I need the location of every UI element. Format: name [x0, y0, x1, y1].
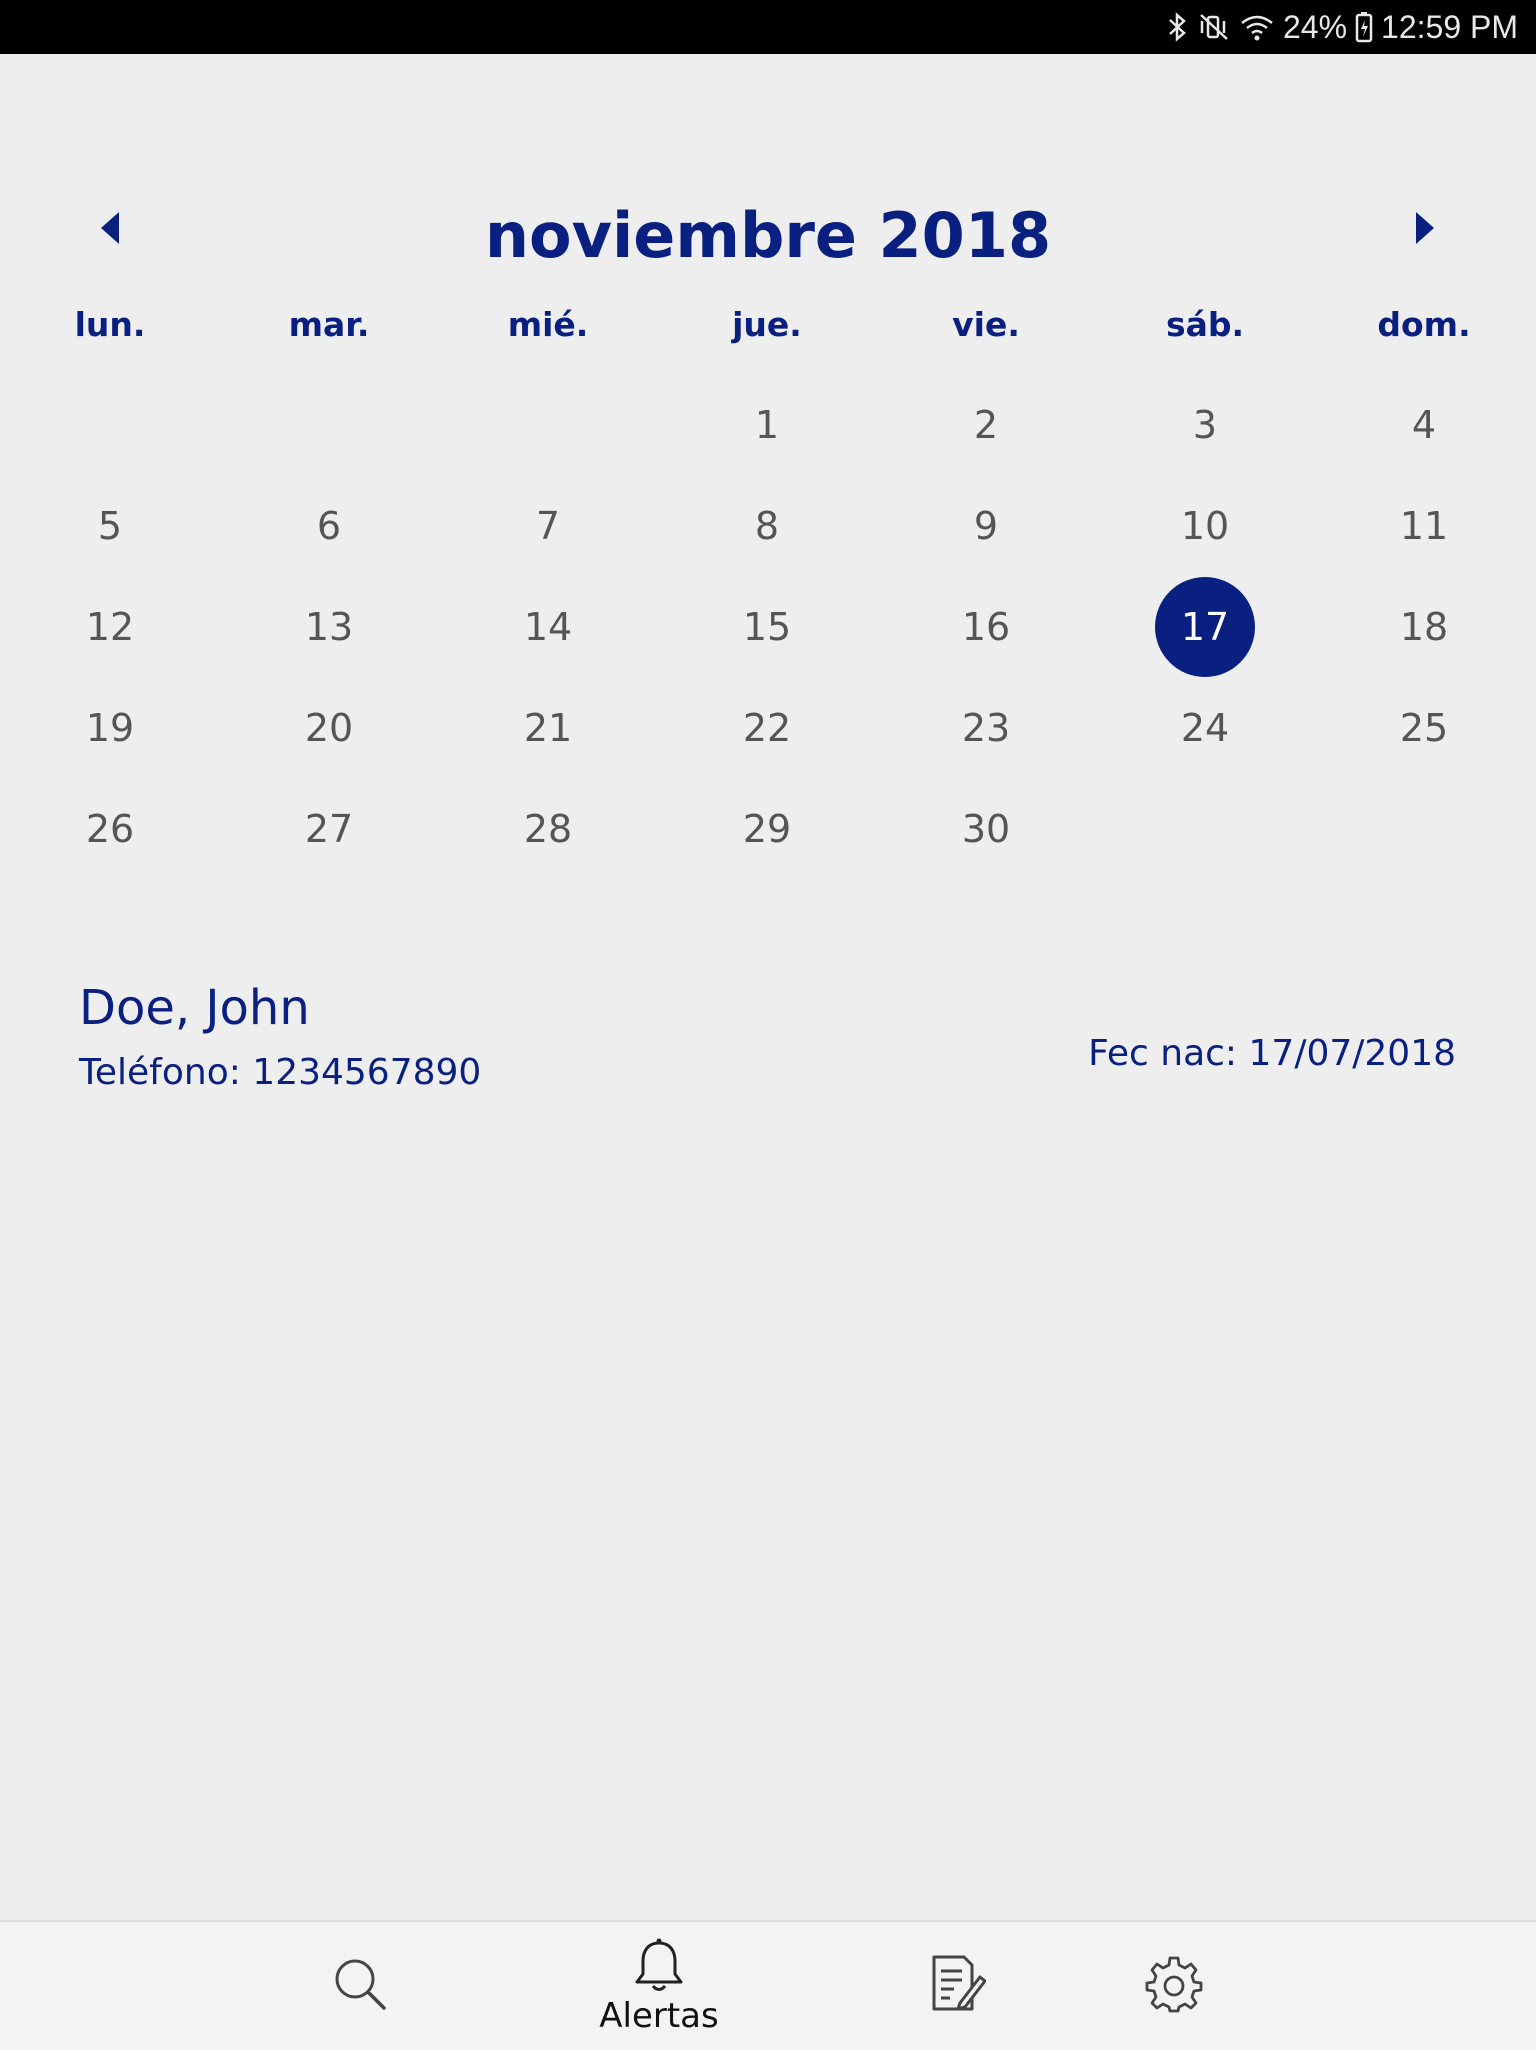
calendar-day[interactable]: 24 — [1155, 678, 1255, 778]
calendar-day[interactable]: 1 — [717, 375, 817, 475]
calendar-day[interactable]: 23 — [936, 678, 1036, 778]
calendar-day[interactable]: 27 — [279, 779, 379, 879]
calendar-day-grid: 1 2 3 4 5 6 7 8 9 10 11 12 13 14 15 16 17 18 19 20 21 22 23 24 2… — [0, 0, 1536, 900]
calendar-day[interactable]: 11 — [1374, 476, 1474, 576]
calendar-day[interactable]: 13 — [279, 577, 379, 677]
calendar-day[interactable]: 8 — [717, 476, 817, 576]
calendar-day[interactable]: 6 — [279, 476, 379, 576]
calendar-day-selected[interactable]: 17 — [1155, 577, 1255, 677]
calendar-day[interactable]: 26 — [60, 779, 160, 879]
calendar-day[interactable]: 25 — [1374, 678, 1474, 778]
calendar-day[interactable]: 30 — [936, 779, 1036, 879]
calendar-day[interactable]: 7 — [498, 476, 598, 576]
calendar-day[interactable]: 21 — [498, 678, 598, 778]
nav-edit-document[interactable] — [866, 1922, 1046, 2050]
bell-icon — [630, 1936, 688, 1998]
calendar-day[interactable]: 19 — [60, 678, 160, 778]
edit-document-icon — [926, 1953, 987, 2019]
calendar-day[interactable]: 22 — [717, 678, 817, 778]
patient-phone: Teléfono: 1234567890 — [79, 1052, 482, 1093]
calendar-day[interactable]: 18 — [1374, 577, 1474, 677]
calendar-day[interactable]: 2 — [936, 375, 1036, 475]
patient-birth-date: Fec nac: 17/07/2018 — [1088, 1033, 1456, 1074]
calendar-day[interactable]: 12 — [60, 577, 160, 677]
nav-alerts[interactable]: Alertas — [569, 1922, 749, 2050]
calendar-day[interactable]: 9 — [936, 476, 1036, 576]
bottom-navigation: Alertas — [0, 1920, 1536, 2050]
gear-icon — [1145, 1955, 1203, 2017]
patient-name: Doe, John — [79, 980, 310, 1036]
calendar-day[interactable]: 29 — [717, 779, 817, 879]
calendar-day[interactable]: 14 — [498, 577, 598, 677]
calendar-day[interactable]: 15 — [717, 577, 817, 677]
nav-alerts-label: Alertas — [599, 1996, 719, 2036]
search-icon — [330, 1954, 390, 2018]
calendar-day[interactable]: 20 — [279, 678, 379, 778]
calendar-day[interactable]: 5 — [60, 476, 160, 576]
calendar-day[interactable]: 10 — [1155, 476, 1255, 576]
calendar-day[interactable]: 4 — [1374, 375, 1474, 475]
nav-search[interactable] — [270, 1922, 450, 2050]
calendar-day[interactable]: 28 — [498, 779, 598, 879]
nav-settings[interactable] — [1084, 1922, 1264, 2050]
calendar-day[interactable]: 16 — [936, 577, 1036, 677]
calendar-day[interactable]: 3 — [1155, 375, 1255, 475]
